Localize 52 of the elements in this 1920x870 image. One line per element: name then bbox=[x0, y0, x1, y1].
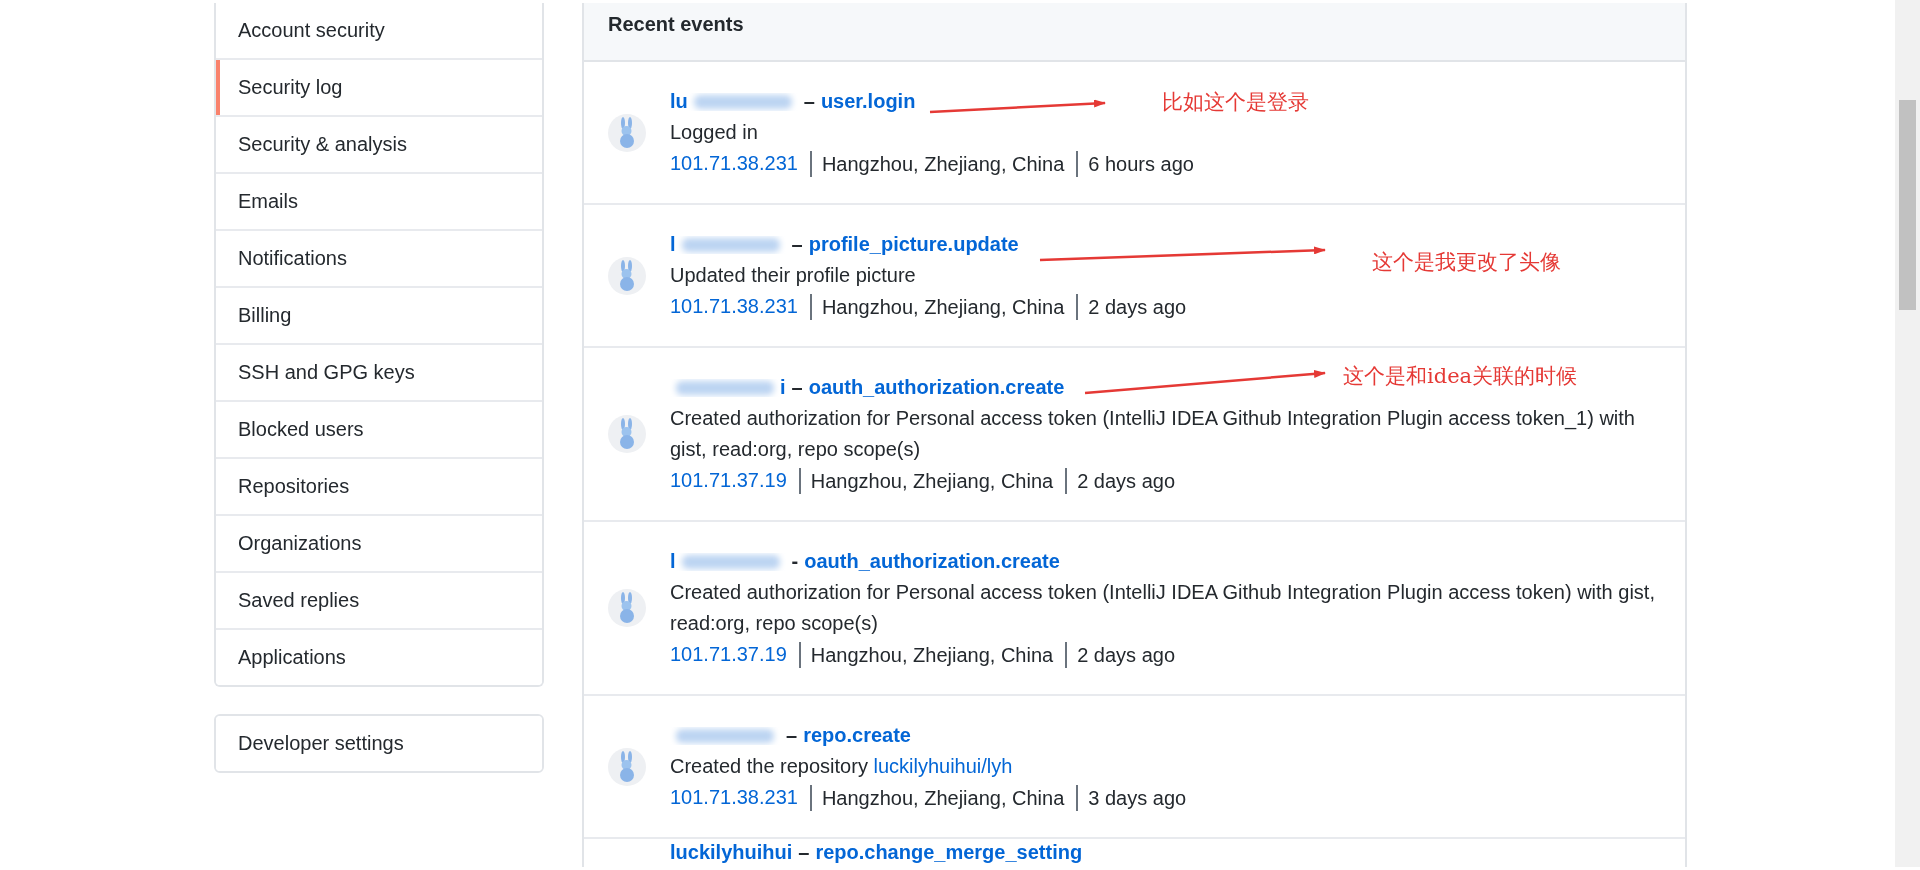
event-description: Logged in bbox=[670, 120, 759, 145]
user-name: l bbox=[670, 232, 676, 257]
panel-title: Recent events bbox=[608, 13, 745, 36]
event-action-link[interactable]: profile_picture.update bbox=[808, 229, 1019, 260]
user-name: luckilyhuihui bbox=[670, 840, 793, 865]
event-description: Created authorization for Personal access token (IntelliJ IDEA Github Integration Plugin access token_1) with gist, read:org, repo scope(s) bbox=[670, 406, 1636, 462]
separator-dash: – bbox=[791, 375, 803, 400]
separator-dash: – bbox=[798, 840, 810, 865]
time-text: 2 days ago bbox=[1065, 641, 1176, 668]
location-text: Hangzhou, Zhejiang, China bbox=[809, 784, 1065, 811]
separator-dash: – bbox=[803, 89, 815, 114]
location-text: Hangzhou, Zhejiang, China bbox=[809, 293, 1065, 320]
ip-link[interactable]: 101.71.38.231 bbox=[670, 782, 798, 813]
user-name: i bbox=[780, 375, 786, 400]
location-text: Hangzhou, Zhejiang, China bbox=[809, 150, 1065, 177]
event-description: Created the repository luckilyhuihui/lyh bbox=[670, 754, 1014, 779]
sidebar-item[interactable]: Applications bbox=[216, 628, 542, 685]
scrollbar-thumb[interactable] bbox=[1899, 100, 1916, 310]
rabbit-avatar-icon bbox=[608, 747, 646, 786]
ip-link[interactable]: 101.71.38.231 bbox=[670, 291, 798, 322]
separator-dash: – bbox=[786, 723, 798, 748]
separator-dash: – bbox=[791, 232, 803, 257]
sidebar-item[interactable]: Developer settings bbox=[216, 716, 542, 771]
rabbit-avatar-icon bbox=[608, 415, 646, 453]
ip-link[interactable]: 101.71.38.231 bbox=[670, 148, 798, 179]
rabbit-avatar-icon bbox=[608, 113, 646, 152]
time-text: 2 days ago bbox=[1076, 293, 1187, 320]
event-action-link[interactable]: oauth_authorization.create bbox=[804, 546, 1060, 577]
ip-link[interactable]: 101.71.37.19 bbox=[670, 465, 787, 496]
annotation-text: 这个是和idea关联的时候 bbox=[1343, 363, 1578, 390]
time-text: 6 hours ago bbox=[1076, 150, 1194, 177]
ip-link[interactable]: 101.71.37.19 bbox=[670, 639, 787, 670]
event-action-link[interactable]: repo.create bbox=[803, 720, 911, 751]
time-text: 2 days ago bbox=[1065, 467, 1176, 494]
repository-link[interactable]: luckilyhuihui/lyh bbox=[873, 755, 1013, 777]
time-text: 3 days ago bbox=[1076, 784, 1187, 811]
event-action-link[interactable]: repo.change_merge_setting bbox=[815, 839, 1083, 865]
event-action-link[interactable]: user.login bbox=[820, 86, 916, 117]
event-description: Updated their profile picture bbox=[670, 263, 917, 288]
annotation-text: 比如这个是登录 bbox=[1162, 89, 1309, 116]
separator-dash: - bbox=[791, 549, 799, 574]
rabbit-avatar-icon bbox=[608, 256, 646, 295]
scrollbar[interactable] bbox=[1895, 0, 1920, 867]
user-name: lu bbox=[670, 89, 688, 114]
user-name: l bbox=[670, 549, 676, 574]
event-description: Created authorization for Personal access token (IntelliJ IDEA Github Integration Plugin access token) with gist, read:org, repo scope(s) bbox=[670, 580, 1655, 636]
location-text: Hangzhou, Zhejiang, China bbox=[798, 641, 1054, 668]
annotation-text: 这个是我更改了头像 bbox=[1372, 249, 1561, 276]
location-text: Hangzhou, Zhejiang, China bbox=[798, 467, 1054, 494]
sidebar-item[interactable]: Security log bbox=[216, 58, 542, 115]
event-action-link[interactable]: oauth_authorization.create bbox=[808, 372, 1065, 403]
rabbit-avatar-icon bbox=[608, 589, 646, 627]
